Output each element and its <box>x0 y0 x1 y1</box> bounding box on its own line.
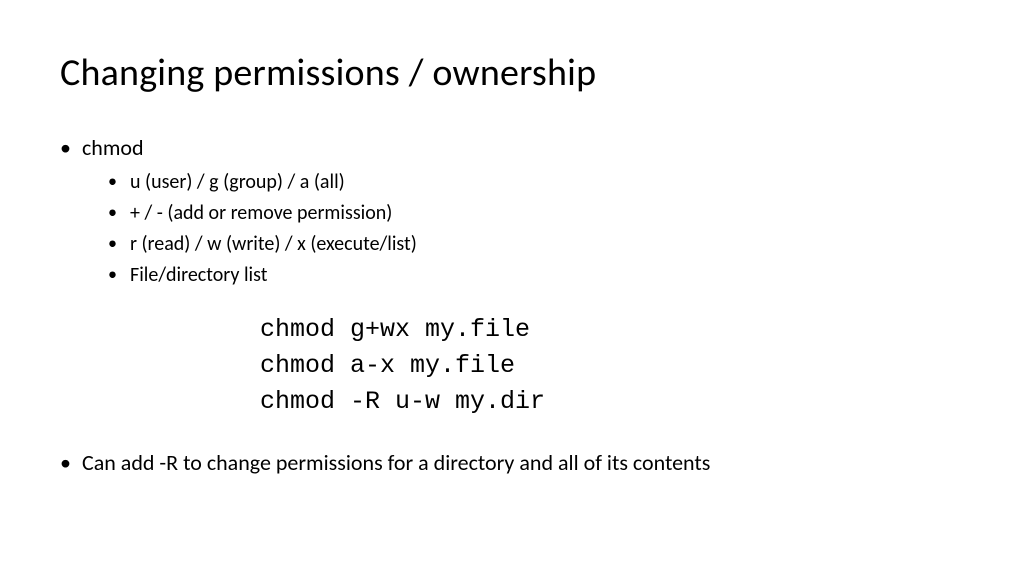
slide-content: chmod u (user) / g (group) / a (all) + /… <box>60 132 964 479</box>
subbullet-addremove: + / - (add or remove permission) <box>108 199 964 228</box>
code-line-3: chmod -R u-w my.dir <box>260 384 964 420</box>
subbullet-filelist: File/directory list <box>108 261 964 290</box>
code-line-1: chmod g+wx my.file <box>260 312 964 348</box>
bullet-chmod: chmod u (user) / g (group) / a (all) + /… <box>60 132 964 290</box>
bullet-text: chmod <box>82 134 144 161</box>
slide-title: Changing permissions / ownership <box>60 50 964 96</box>
code-example: chmod g+wx my.file chmod a-x my.file chm… <box>260 312 964 421</box>
subbullet-who: u (user) / g (group) / a (all) <box>108 168 964 197</box>
subbullet-rwx: r (read) / w (write) / x (execute/list) <box>108 230 964 259</box>
bullet-recursive: Can add -R to change permissions for a d… <box>60 447 964 479</box>
code-line-2: chmod a-x my.file <box>260 348 964 384</box>
